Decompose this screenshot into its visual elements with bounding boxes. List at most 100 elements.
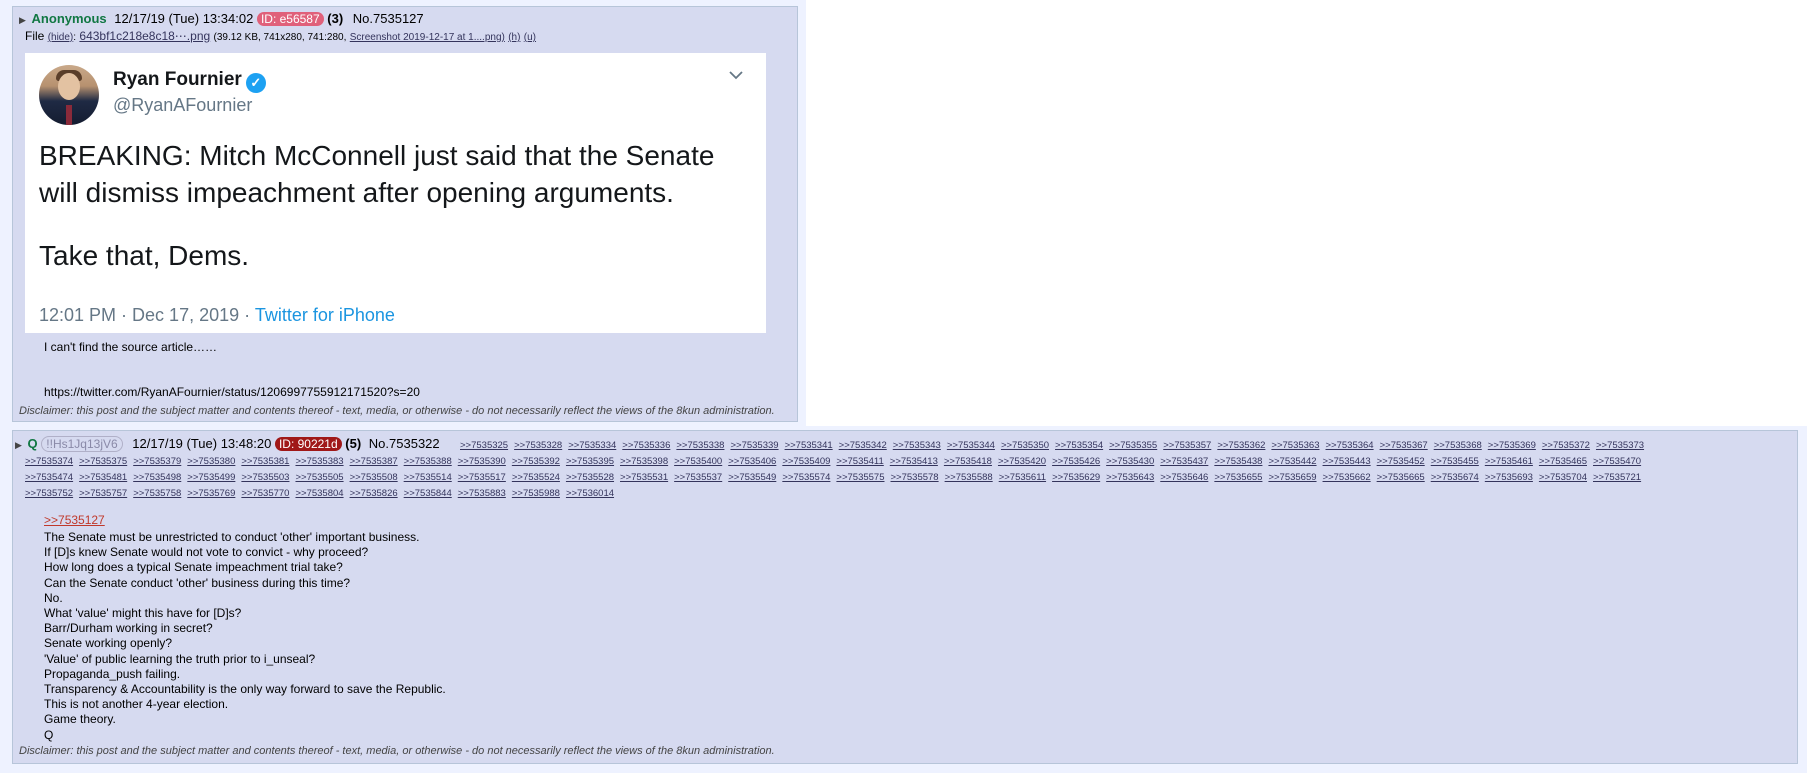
backlink[interactable]: >>7535804 <box>295 488 343 499</box>
poster-id-badge[interactable]: ID: e56587 <box>256 12 324 26</box>
poster-id-badge[interactable]: ID: 90221d <box>274 437 342 451</box>
backlink[interactable]: >>7535643 <box>1106 472 1154 483</box>
backlink[interactable]: >>7535537 <box>674 472 722 483</box>
backlink[interactable]: >>7535758 <box>133 488 181 499</box>
backlink[interactable]: >>7535588 <box>945 472 993 483</box>
backlink[interactable]: >>7535395 <box>566 456 614 467</box>
backlink[interactable]: >>7535721 <box>1593 472 1641 483</box>
backlink[interactable]: >>7535392 <box>512 456 560 467</box>
backlink[interactable]: >>7535390 <box>458 456 506 467</box>
backlink[interactable]: >>7535420 <box>998 456 1046 467</box>
backlink[interactable]: >>7535368 <box>1434 440 1482 451</box>
backlink[interactable]: >>7535339 <box>730 440 778 451</box>
backlink[interactable]: >>7535383 <box>295 456 343 467</box>
backlink[interactable]: >>7535418 <box>944 456 992 467</box>
quote-link[interactable]: >>7535127 <box>44 513 105 527</box>
backlink[interactable]: >>7535693 <box>1485 472 1533 483</box>
backlink[interactable]: >>7535549 <box>728 472 776 483</box>
backlink[interactable]: >>7535704 <box>1539 472 1587 483</box>
backlink[interactable]: >>7535398 <box>620 456 668 467</box>
backlink[interactable]: >>7535659 <box>1268 472 1316 483</box>
hide-file-link[interactable]: (hide) <box>48 32 74 43</box>
backlink[interactable]: >>7535413 <box>890 456 938 467</box>
backlink[interactable]: >>7535674 <box>1431 472 1479 483</box>
backlink[interactable]: >>7535629 <box>1052 472 1100 483</box>
backlink[interactable]: >>7535514 <box>404 472 452 483</box>
backlink[interactable]: >>7535338 <box>676 440 724 451</box>
backlink[interactable]: >>7535367 <box>1380 440 1428 451</box>
backlink[interactable]: >>7535357 <box>1163 440 1211 451</box>
backlink[interactable]: >>7535372 <box>1542 440 1590 451</box>
backlink[interactable]: >>7535452 <box>1377 456 1425 467</box>
backlink[interactable]: >>7535334 <box>568 440 616 451</box>
backlink[interactable]: >>7535575 <box>836 472 884 483</box>
backlink[interactable]: >>7535328 <box>514 440 562 451</box>
backlink[interactable]: >>7535325 <box>460 440 508 451</box>
file-name-link[interactable]: 643bf1c218e8c18⋯.png <box>79 29 210 43</box>
backlink[interactable]: >>7535369 <box>1488 440 1536 451</box>
backlink[interactable]: >>7535430 <box>1106 456 1154 467</box>
backlink[interactable]: >>7535528 <box>566 472 614 483</box>
backlink[interactable]: >>7535508 <box>350 472 398 483</box>
post-number[interactable]: No.7535127 <box>353 11 424 26</box>
backlink[interactable]: >>7535498 <box>133 472 181 483</box>
post-number[interactable]: No.7535322 <box>369 436 440 451</box>
backlink[interactable]: >>7535662 <box>1323 472 1371 483</box>
backlink[interactable]: >>7535524 <box>512 472 560 483</box>
backlink[interactable]: >>7535426 <box>1052 456 1100 467</box>
backlink[interactable]: >>7535883 <box>458 488 506 499</box>
u-link[interactable]: (u) <box>524 32 536 43</box>
backlink[interactable]: >>7535474 <box>25 472 73 483</box>
backlink[interactable]: >>7535757 <box>79 488 127 499</box>
triangle-menu-icon[interactable]: ▶ <box>19 15 26 25</box>
backlink[interactable]: >>7535503 <box>241 472 289 483</box>
backlink[interactable]: >>7535354 <box>1055 440 1103 451</box>
backlink[interactable]: >>7535844 <box>404 488 452 499</box>
backlink[interactable]: >>7535665 <box>1377 472 1425 483</box>
backlink[interactable]: >>7535470 <box>1593 456 1641 467</box>
backlink[interactable]: >>7535388 <box>404 456 452 467</box>
backlink[interactable]: >>7535443 <box>1323 456 1371 467</box>
backlink[interactable]: >>7535481 <box>79 472 127 483</box>
backlink[interactable]: >>7535531 <box>620 472 668 483</box>
h-link[interactable]: (h) <box>508 32 520 43</box>
backlink[interactable]: >>7535769 <box>187 488 235 499</box>
backlink[interactable]: >>7535374 <box>25 456 73 467</box>
backlink[interactable]: >>7535379 <box>133 456 181 467</box>
backlink[interactable]: >>7535362 <box>1217 440 1265 451</box>
backlink[interactable]: >>7535646 <box>1160 472 1208 483</box>
backlink[interactable]: >>7535505 <box>295 472 343 483</box>
backlink[interactable]: >>7535342 <box>839 440 887 451</box>
backlink[interactable]: >>7535826 <box>350 488 398 499</box>
backlink[interactable]: >>7536014 <box>566 488 614 499</box>
backlink[interactable]: >>7535341 <box>785 440 833 451</box>
backlink[interactable]: >>7535517 <box>458 472 506 483</box>
tweet-screenshot-image[interactable]: Ryan Fournier ✓ @RyanAFournier BREAKING: … <box>25 53 766 333</box>
backlink[interactable]: >>7535455 <box>1431 456 1479 467</box>
backlink[interactable]: >>7535373 <box>1596 440 1644 451</box>
triangle-menu-icon[interactable]: ▶ <box>15 440 22 450</box>
backlink[interactable]: >>7535438 <box>1214 456 1262 467</box>
backlink[interactable]: >>7535380 <box>187 456 235 467</box>
backlink[interactable]: >>7535752 <box>25 488 73 499</box>
backlink[interactable]: >>7535437 <box>1160 456 1208 467</box>
backlink[interactable]: >>7535375 <box>79 456 127 467</box>
backlink[interactable]: >>7535336 <box>622 440 670 451</box>
backlink[interactable]: >>7535381 <box>241 456 289 467</box>
backlink[interactable]: >>7535655 <box>1214 472 1262 483</box>
backlink[interactable]: >>7535355 <box>1109 440 1157 451</box>
backlink[interactable]: >>7535988 <box>512 488 560 499</box>
backlink[interactable]: >>7535578 <box>891 472 939 483</box>
backlink[interactable]: >>7535406 <box>728 456 776 467</box>
backlink[interactable]: >>7535499 <box>187 472 235 483</box>
backlink[interactable]: >>7535770 <box>241 488 289 499</box>
backlink[interactable]: >>7535350 <box>1001 440 1049 451</box>
backlink[interactable]: >>7535442 <box>1268 456 1316 467</box>
backlink[interactable]: >>7535411 <box>836 456 883 467</box>
backlink[interactable]: >>7535461 <box>1485 456 1533 467</box>
backlink[interactable]: >>7535465 <box>1539 456 1587 467</box>
original-filename-link[interactable]: Screenshot 2019-12-17 at 1....png) <box>350 32 505 43</box>
backlink[interactable]: >>7535344 <box>947 440 995 451</box>
backlink[interactable]: >>7535611 <box>999 472 1046 483</box>
backlink[interactable]: >>7535409 <box>782 456 830 467</box>
